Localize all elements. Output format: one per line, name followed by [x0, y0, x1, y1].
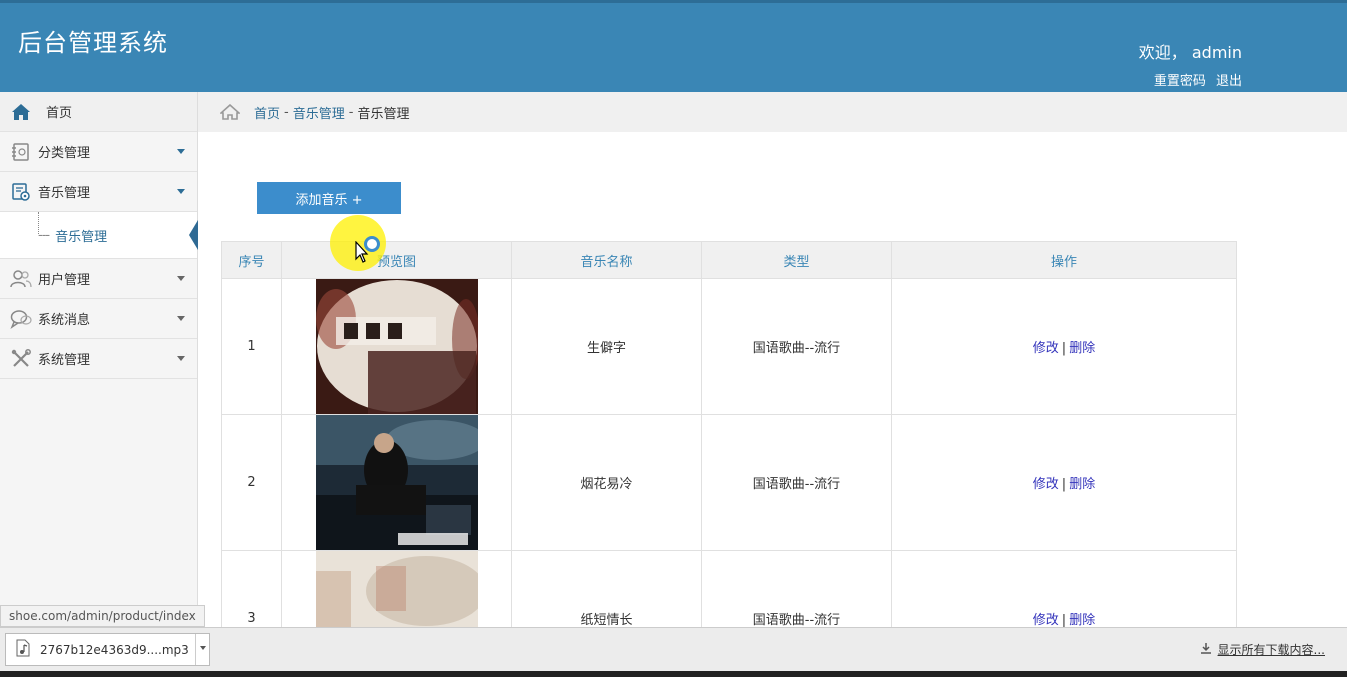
cell-name: 烟花易冷: [511, 414, 702, 551]
tree-dash: ---: [38, 227, 50, 243]
app-title: 后台管理系统: [18, 29, 168, 57]
cell-type: 国语歌曲--流行: [701, 278, 892, 415]
sidebar-item-home[interactable]: 首页: [0, 92, 197, 132]
cell-preview: [281, 550, 512, 627]
action-separator: |: [1061, 477, 1067, 492]
cell-index: 2: [221, 414, 282, 551]
sidebar-item-label: 系统消息: [38, 313, 91, 328]
download-file-name: 2767b12e4363d9....mp3: [40, 642, 189, 657]
sidebar-item-messages[interactable]: 系统消息: [0, 299, 197, 339]
album-cover-image: [316, 415, 478, 550]
sidebar-subitem-label: 音乐管理: [55, 229, 108, 245]
cell-actions: 修改 | 删除: [891, 414, 1237, 551]
album-cover-image: [316, 279, 478, 414]
column-header-type: 类型: [701, 241, 892, 279]
chevron-down-icon: [177, 356, 185, 361]
cell-index: 3: [221, 550, 282, 627]
music-settings-icon: [10, 181, 32, 203]
show-all-downloads-link[interactable]: 显示所有下载内容...: [1200, 641, 1325, 658]
chevron-down-icon: [177, 149, 185, 154]
sidebar-item-label: 首页: [46, 106, 73, 121]
cell-name: 生僻字: [511, 278, 702, 415]
category-icon: [10, 141, 32, 163]
cell-type: 国语歌曲--流行: [701, 414, 892, 551]
action-separator: |: [1061, 341, 1067, 356]
download-bar: 2767b12e4363d9....mp3 显示所有下载内容...: [0, 627, 1347, 671]
download-icon: [1200, 642, 1212, 657]
sidebar-item-category[interactable]: 分类管理: [0, 132, 197, 172]
message-icon: [10, 308, 32, 330]
cell-actions: 修改 | 删除: [891, 278, 1237, 415]
show-all-downloads-label: 显示所有下载内容...: [1217, 643, 1325, 657]
cell-type: 国语歌曲--流行: [701, 550, 892, 627]
chevron-down-icon: [177, 189, 185, 194]
cell-preview: [281, 414, 512, 551]
edit-link[interactable]: 修改: [1033, 341, 1059, 356]
download-menu-chevron-icon[interactable]: [195, 634, 209, 665]
column-header-preview: 预览图: [281, 241, 512, 279]
album-cover-image: [316, 551, 478, 627]
users-icon: [10, 268, 32, 290]
sidebar-item-label: 用户管理: [38, 273, 91, 288]
tools-icon: [10, 348, 32, 370]
logout-link[interactable]: 退出: [1216, 74, 1242, 89]
cell-preview: [281, 278, 512, 415]
breadcrumb-home[interactable]: 首页: [254, 103, 280, 122]
sidebar-item-system[interactable]: 系统管理: [0, 339, 197, 379]
chevron-down-icon: [177, 316, 185, 321]
delete-link[interactable]: 删除: [1069, 613, 1095, 627]
table-row: 1 生僻字 国语歌曲--流行 修改 | 删除: [221, 278, 1237, 415]
cell-actions: 修改 | 删除: [891, 550, 1237, 627]
edit-link[interactable]: 修改: [1033, 477, 1059, 492]
sidebar-item-users[interactable]: 用户管理: [0, 259, 197, 299]
status-url: shoe.com/admin/product/index: [0, 605, 205, 627]
top-header: 后台管理系统 欢迎， admin 重置密码 退出: [0, 0, 1347, 92]
welcome-text: 欢迎， admin: [1138, 43, 1242, 62]
table-row: 3 纸短情长 国语歌曲--流行 修改 | 删除: [221, 550, 1237, 627]
mouse-cursor-icon: [355, 241, 369, 263]
active-indicator-icon: [189, 220, 198, 250]
column-header-name: 音乐名称: [511, 241, 702, 279]
sidebar-item-music[interactable]: 音乐管理: [0, 172, 197, 212]
sidebar-item-label: 音乐管理: [38, 186, 91, 201]
sidebar-item-label: 系统管理: [38, 353, 91, 368]
sidebar-item-label: 分类管理: [38, 146, 91, 161]
breadcrumb-separator: -: [348, 104, 354, 120]
video-player-strip: [0, 671, 1347, 677]
music-table: 序号 预览图 音乐名称 类型 操作 1 生僻字 国语歌曲--流行 修改 | 删除…: [221, 241, 1237, 627]
add-music-button[interactable]: 添加音乐 +: [257, 182, 401, 214]
breadcrumb-section[interactable]: 音乐管理: [293, 103, 345, 122]
tree-line: [38, 212, 39, 234]
download-item[interactable]: 2767b12e4363d9....mp3: [5, 633, 210, 666]
delete-link[interactable]: 删除: [1069, 477, 1095, 492]
cell-index: 1: [221, 278, 282, 415]
breadcrumb-separator: -: [284, 104, 289, 120]
delete-link[interactable]: 删除: [1069, 341, 1095, 356]
column-header-actions: 操作: [891, 241, 1237, 279]
edit-link[interactable]: 修改: [1033, 613, 1059, 627]
music-file-icon: [16, 639, 30, 661]
action-separator: |: [1061, 613, 1067, 627]
header-links: 重置密码 退出: [1148, 70, 1242, 89]
reset-password-link[interactable]: 重置密码: [1154, 74, 1206, 89]
breadcrumb-current: 音乐管理: [357, 106, 410, 122]
main-content: 添加音乐 + 序号 预览图 音乐名称 类型 操作 1 生僻字 国语歌曲--流行 …: [198, 132, 1347, 627]
home-icon: [10, 101, 32, 123]
table-row: 2 烟花易冷 国语歌曲--流行 修改 | 删除: [221, 414, 1237, 551]
column-header-index: 序号: [221, 241, 282, 279]
chevron-down-icon: [177, 276, 185, 281]
breadcrumb: 首页 - 音乐管理 - 音乐管理: [198, 92, 1347, 132]
sidebar-subitem-music-manage[interactable]: --- 音乐管理: [0, 212, 198, 259]
sidebar: 首页 分类管理 音乐管理 --- 音乐管理 用户管理 系统消息 系统管理: [0, 92, 198, 612]
cell-name: 纸短情长: [511, 550, 702, 627]
home-icon: [220, 104, 240, 120]
